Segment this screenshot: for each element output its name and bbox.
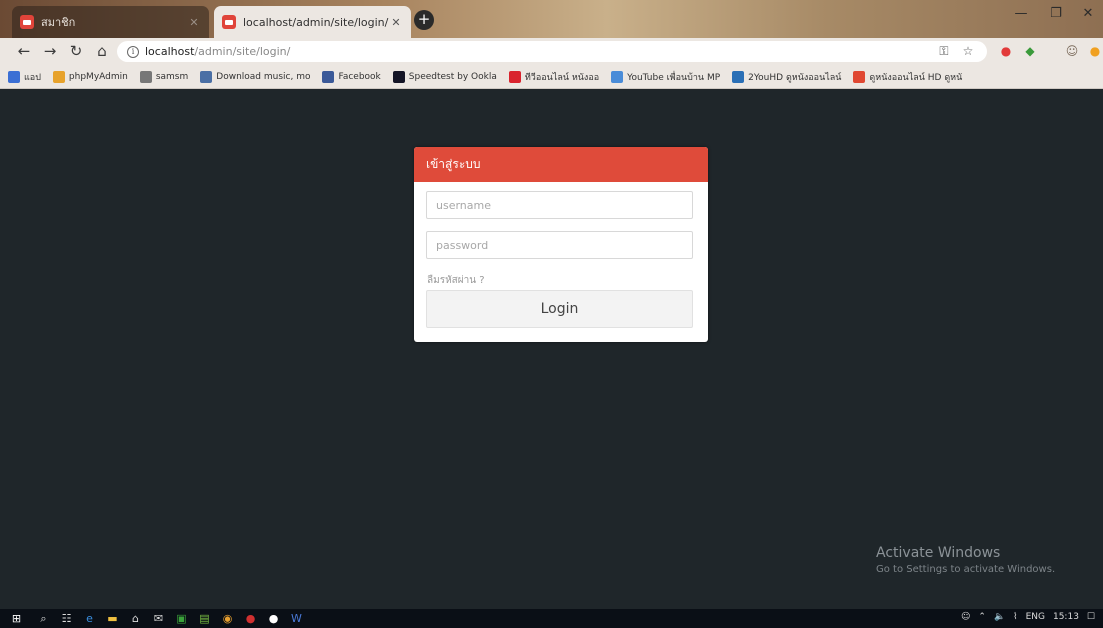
phpmyadmin-icon <box>52 70 65 83</box>
login-button[interactable]: Login <box>426 290 693 328</box>
file-explorer-icon[interactable]: ▬ <box>106 612 119 625</box>
hd-icon <box>853 70 866 83</box>
bookmark-item[interactable]: YouTube เพื่อนบ้าน MP <box>611 70 720 84</box>
browser-title-bar: สมาชิก ✕ localhost/admin/site/login/ ✕ +… <box>0 0 1103 38</box>
home-icon[interactable]: ⌂ <box>92 41 112 61</box>
network-icon[interactable]: ⌇ <box>1013 612 1017 622</box>
site-favicon-icon <box>222 15 236 29</box>
bookmark-item[interactable]: Speedtest by Ookla <box>392 70 497 83</box>
tab-members[interactable]: สมาชิก ✕ <box>12 6 209 38</box>
activate-windows-watermark: Activate Windows Go to Settings to activ… <box>876 545 1055 575</box>
page-icon <box>139 70 152 83</box>
volume-icon[interactable]: 🔈 <box>994 612 1005 622</box>
forward-arrow-icon[interactable]: → <box>40 41 60 61</box>
menu-icon[interactable]: ● <box>1087 43 1103 59</box>
watermark-title: Activate Windows <box>876 545 1001 561</box>
bookmark-item[interactable]: ทีวีออนไลน์ หนังออ <box>508 70 600 84</box>
reload-icon[interactable]: ↻ <box>66 41 86 61</box>
back-arrow-icon[interactable]: ← <box>14 41 34 61</box>
terminal-app-icon[interactable]: ▣ <box>175 612 188 625</box>
task-view-icon[interactable]: ☷ <box>60 612 73 625</box>
tab-login[interactable]: localhost/admin/site/login/ ✕ <box>214 6 411 38</box>
password-input[interactable] <box>426 231 693 259</box>
bookmark-item[interactable]: แอป <box>8 70 41 84</box>
close-window-icon[interactable]: ✕ <box>1077 6 1099 21</box>
line-app-icon[interactable]: ● <box>267 612 280 625</box>
minimize-icon[interactable]: — <box>1010 6 1032 21</box>
forgot-password-link[interactable]: ลืมรหัสผ่าน ? <box>427 273 485 288</box>
bookmark-label: Facebook <box>338 71 381 82</box>
tray-overflow-icon[interactable]: ⌃ <box>978 612 986 622</box>
browser-toolbar: ← → ↻ ⌂ i localhost/admin/site/login/ ⚿ … <box>0 38 1103 65</box>
word-app-icon[interactable]: W <box>290 612 303 625</box>
info-icon[interactable]: i <box>127 45 139 58</box>
bookmark-label: ทีวีออนไลน์ หนังออ <box>524 72 600 83</box>
youtube-icon <box>611 70 624 83</box>
bookmark-item[interactable]: phpMyAdmin <box>52 70 128 83</box>
download-icon <box>200 70 213 83</box>
search-icon[interactable]: ⌕ <box>37 612 50 625</box>
extension-icon[interactable]: ◆ <box>1022 43 1038 59</box>
mail-icon[interactable]: ✉ <box>152 612 165 625</box>
apps-grid-icon <box>8 70 20 83</box>
bookmark-label: ดูหนังออนไลน์ HD ดูหนั <box>869 72 963 83</box>
extension-adblock-icon[interactable]: ● <box>998 43 1014 59</box>
windows-taskbar: ⊞ ⌕ ☷ e ▬ ⌂ ✉ ▣ ▤ ◉ ● ● W ☺ ⌃ 🔈 ⌇ ENG 15… <box>0 609 1103 628</box>
url-host: localhost <box>145 45 195 58</box>
restore-icon[interactable]: ❐ <box>1045 6 1067 21</box>
clock[interactable]: 15:13 <box>1053 612 1079 622</box>
media-app-icon[interactable]: ● <box>244 612 257 625</box>
tv-icon <box>508 70 521 83</box>
chrome-icon[interactable]: ◉ <box>221 612 234 625</box>
bookmark-label: 2YouHD ดูหนังออนไลน์ <box>748 72 842 83</box>
bookmarks-bar: แอป phpMyAdmin samsm Download music, mo Face… <box>0 65 1103 89</box>
close-tab-icon[interactable]: ✕ <box>187 16 201 29</box>
people-icon[interactable]: ☺ <box>961 612 970 622</box>
movie-icon <box>732 70 745 83</box>
page-content: เข้าสู่ระบบ ลืมรหัสผ่าน ? Login Activate… <box>0 89 1103 609</box>
bookmark-label: phpMyAdmin <box>68 71 128 82</box>
bookmark-label: แอป <box>24 72 41 83</box>
start-windows-icon[interactable]: ⊞ <box>10 612 23 625</box>
tab-title: localhost/admin/site/login/ <box>243 15 389 29</box>
bookmark-item[interactable]: 2YouHD ดูหนังออนไลน์ <box>732 70 841 84</box>
bookmark-item[interactable]: Facebook <box>322 70 381 83</box>
bookmark-item[interactable]: ดูหนังออนไลน์ HD ดูหนั <box>853 70 962 84</box>
bookmark-label: Speedtest by Ookla <box>408 71 497 82</box>
site-favicon-icon <box>20 15 34 29</box>
new-tab-button[interactable]: + <box>414 10 434 30</box>
notepad-plus-icon[interactable]: ▤ <box>198 612 211 625</box>
bookmark-item[interactable]: samsm <box>139 70 189 83</box>
url-path: /admin/site/login/ <box>194 45 291 58</box>
close-tab-icon[interactable]: ✕ <box>389 16 403 29</box>
address-bar[interactable]: i localhost/admin/site/login/ <box>117 41 987 62</box>
bookmark-label: samsm <box>155 71 189 82</box>
key-icon[interactable]: ⚿ <box>936 43 952 59</box>
username-input[interactable] <box>426 191 693 219</box>
facebook-icon <box>322 70 335 83</box>
system-tray: ☺ ⌃ 🔈 ⌇ ENG 15:13 ☐ <box>961 612 1095 622</box>
speedtest-icon <box>392 70 405 83</box>
bookmark-star-icon[interactable]: ☆ <box>960 43 976 59</box>
tab-title: สมาชิก <box>41 16 76 29</box>
bookmark-label: Download music, mo <box>216 71 311 82</box>
login-panel: เข้าสู่ระบบ ลืมรหัสผ่าน ? Login <box>414 147 708 342</box>
bookmark-label: YouTube เพื่อนบ้าน MP <box>627 72 721 83</box>
login-panel-header: เข้าสู่ระบบ <box>414 147 708 182</box>
edge-browser-icon[interactable]: e <box>83 612 96 625</box>
profile-avatar-icon[interactable]: ☺ <box>1064 43 1080 59</box>
bookmark-item[interactable]: Download music, mo <box>200 70 311 83</box>
notifications-icon[interactable]: ☐ <box>1087 612 1095 622</box>
watermark-subtitle: Go to Settings to activate Windows. <box>876 564 1056 575</box>
store-icon[interactable]: ⌂ <box>129 612 142 625</box>
language-indicator[interactable]: ENG <box>1026 612 1045 622</box>
